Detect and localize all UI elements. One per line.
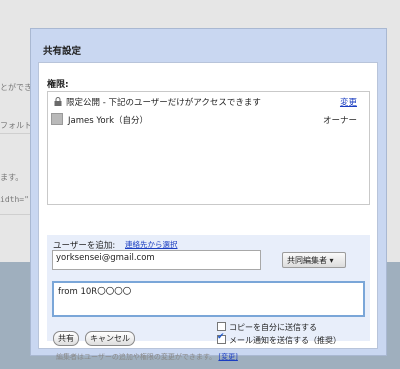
visibility-row: 限定公開 - 下記のユーザーだけがアクセスできます 変更: [48, 92, 369, 110]
message-textarea[interactable]: from 10R〇〇〇〇: [52, 281, 365, 317]
visibility-text: 限定公開 - 下記のユーザーだけがアクセスできます: [66, 98, 261, 108]
add-users-panel: ユーザーを追加: 連絡先から選択 yorksensei@gmail.com 共同…: [47, 235, 370, 346]
background-text-3: ます。: [0, 173, 24, 182]
send-notification-label: メール通知を送信する（推奨）: [229, 336, 341, 345]
change-visibility-link[interactable]: 変更: [340, 96, 357, 108]
sharing-settings-dialog: 共有設定 権限: 限定公開 - 下記のユーザーだけがアクセスできます 変更 Ja…: [30, 28, 387, 361]
dialog-body: 権限: 限定公開 - 下記のユーザーだけがアクセスできます 変更 James Y…: [38, 62, 378, 361]
user-name: James York（自分）: [68, 116, 149, 126]
share-button[interactable]: 共有: [53, 331, 79, 346]
copy-to-self-option[interactable]: コピーを自分に送信する: [217, 322, 317, 333]
permissions-label: 権限:: [47, 80, 69, 90]
send-notification-option[interactable]: メール通知を送信する（推奨）: [217, 332, 341, 346]
role-select[interactable]: 共同編集者 ▾: [282, 252, 346, 268]
send-notification-checkbox[interactable]: [217, 332, 226, 344]
permissions-list: 限定公開 - 下記のユーザーだけがアクセスできます 変更 James York（…: [47, 91, 370, 205]
cancel-button[interactable]: キャンセル: [85, 331, 135, 346]
lock-icon: [54, 97, 62, 106]
footer-change-link[interactable]: [変更]: [218, 353, 237, 361]
footer-note-text: 編集者はユーザーの追加や権限の変更ができます。: [56, 353, 217, 361]
background-text-1: とができ: [0, 83, 32, 92]
dialog-title: 共有設定: [43, 46, 82, 57]
user-row: James York（自分） オーナー: [48, 111, 369, 129]
copy-to-self-label: コピーを自分に送信する: [229, 323, 317, 332]
footer-note: 編集者はユーザーの追加や権限の変更ができます。 [変更]: [56, 352, 238, 362]
email-input[interactable]: yorksensei@gmail.com: [52, 250, 261, 270]
select-from-contacts-link[interactable]: 連絡先から選択: [125, 239, 178, 250]
user-role: オーナー: [322, 116, 357, 126]
background-text-4: idth=": [0, 195, 29, 204]
copy-to-self-checkbox[interactable]: [217, 322, 226, 331]
avatar: [51, 113, 63, 125]
